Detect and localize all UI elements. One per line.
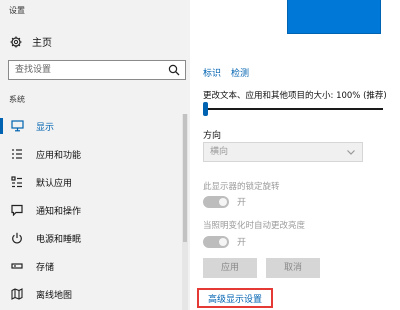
home-nav-item[interactable]: 主页	[10, 34, 52, 49]
active-indicator	[0, 118, 3, 134]
section-label-system: 系统	[9, 95, 25, 104]
auto-brightness-row: 开	[203, 235, 246, 248]
sidebar-item-label: 离线地图	[36, 290, 73, 301]
home-label: 主页	[32, 38, 52, 49]
identify-link[interactable]: 标识	[203, 66, 221, 79]
detect-link[interactable]: 检测	[231, 66, 249, 79]
sidebar-item-offline-maps[interactable]: 离线地图	[0, 281, 182, 307]
sidebar-item-label: 显示	[36, 122, 55, 133]
sidebar-item-label: 电源和睡眠	[36, 234, 82, 245]
toggle-knob	[219, 197, 227, 206]
sidebar-item-label: 默认应用	[36, 178, 73, 189]
auto-brightness-toggle[interactable]	[203, 235, 229, 248]
toggle-knob	[219, 237, 227, 246]
storage-icon	[10, 259, 24, 273]
slider-handle[interactable]	[203, 102, 208, 116]
chevron-down-icon	[346, 147, 356, 157]
advanced-display-settings-link[interactable]: 高级显示设置	[197, 288, 273, 308]
sidebar-item-notifications[interactable]: 通知和操作	[0, 197, 182, 223]
orientation-select[interactable]: 横向	[203, 142, 363, 162]
slider-track	[203, 108, 383, 110]
cancel-button[interactable]: 取消	[266, 258, 320, 278]
sidebar-item-storage[interactable]: 存储	[0, 253, 182, 279]
sidebar-scrollbar[interactable]	[182, 114, 188, 310]
sidebar-item-label: 存储	[36, 262, 55, 273]
sidebar-item-display[interactable]: 显示	[0, 113, 182, 139]
sidebar-item-label: 通知和操作	[36, 206, 82, 217]
orientation-label: 方向	[203, 131, 222, 141]
sidebar: 设置 主页 查找设置 系统 显示 应用和功能 默认应用 通知和操作 电源和睡眠 …	[0, 0, 190, 310]
search-input[interactable]	[9, 61, 167, 79]
monitor-preview[interactable]	[287, 0, 381, 34]
sidebar-item-default-apps[interactable]: 默认应用	[0, 169, 182, 195]
orientation-value: 横向	[210, 147, 229, 157]
window-title: 设置	[9, 6, 25, 15]
monitor-icon	[10, 119, 24, 133]
notification-icon	[10, 203, 24, 217]
rotation-lock-row: 开	[203, 195, 246, 208]
scrollbar-thumb[interactable]	[183, 114, 187, 242]
advanced-display-settings-label: 高级显示设置	[207, 294, 262, 305]
auto-brightness-state: 开	[237, 238, 247, 248]
rotation-lock-state: 开	[237, 198, 247, 208]
settings-window: 设置 主页 查找设置 系统 显示 应用和功能 默认应用 通知和操作 电源和睡眠 …	[0, 0, 400, 310]
sidebar-item-power-sleep[interactable]: 电源和睡眠	[0, 225, 182, 251]
display-settings-panel: 标识 检测 更改文本、应用和其他项目的大小: 100% (推荐) 方向 横向 此…	[190, 0, 400, 310]
rotation-lock-label: 此显示器的锁定旋转	[203, 182, 280, 192]
apps-list-icon	[10, 147, 24, 161]
gear-icon	[10, 36, 22, 48]
default-apps-icon	[10, 175, 24, 189]
rotation-lock-toggle[interactable]	[203, 195, 229, 208]
sidebar-item-apps[interactable]: 应用和功能	[0, 141, 182, 167]
search-icon[interactable]	[168, 64, 180, 76]
scale-slider[interactable]	[203, 102, 383, 116]
map-icon	[10, 287, 24, 301]
power-icon	[10, 231, 24, 245]
display-links: 标识 检测	[203, 66, 249, 79]
apply-button[interactable]: 应用	[203, 258, 257, 278]
search-box[interactable]	[8, 60, 186, 80]
auto-brightness-label: 当照明变化时自动更改亮度	[203, 221, 306, 231]
scale-label: 更改文本、应用和其他项目的大小: 100% (推荐)	[203, 91, 387, 101]
sidebar-item-label: 应用和功能	[36, 150, 82, 161]
